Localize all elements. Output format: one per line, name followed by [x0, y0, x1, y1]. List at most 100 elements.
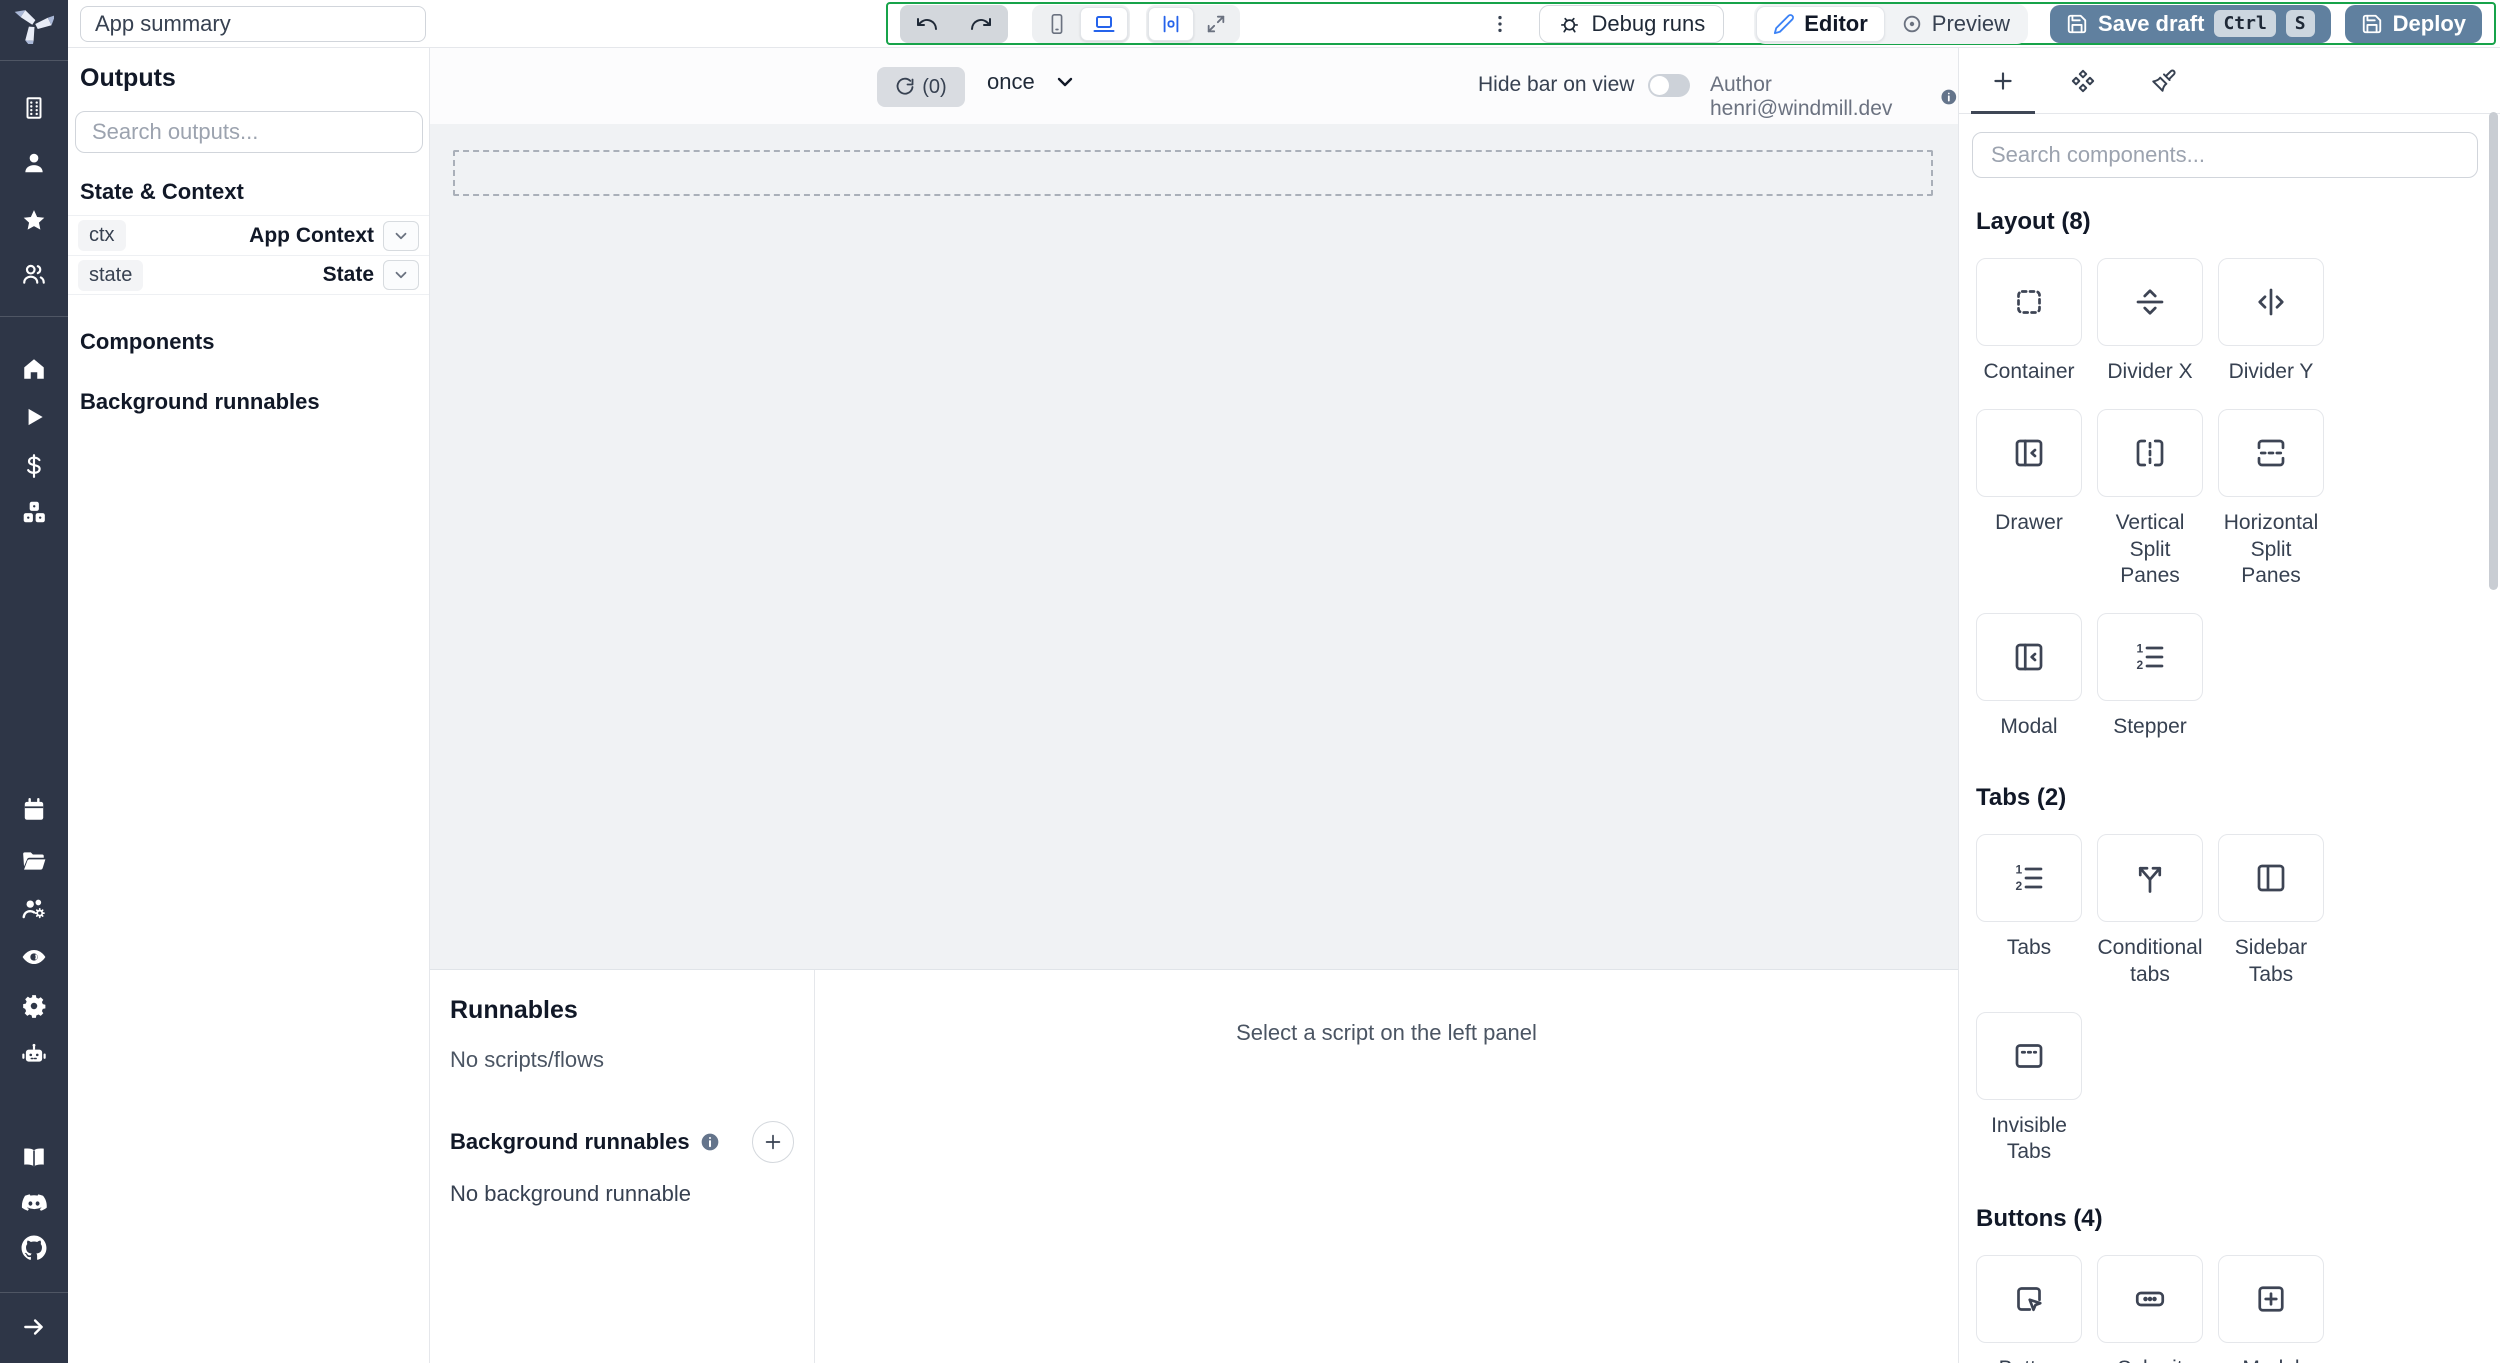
- save-draft-button[interactable]: Save draft Ctrl S: [2050, 4, 2331, 43]
- container-card[interactable]: [1976, 258, 2082, 346]
- horizontal-split-card[interactable]: [2218, 409, 2324, 498]
- more-options-button[interactable]: [1483, 5, 1517, 43]
- search-components-input[interactable]: [1972, 132, 2478, 178]
- output-row-ctx[interactable]: ctx App Context: [68, 215, 429, 255]
- hide-bar-toggle[interactable]: [1648, 73, 1691, 97]
- sidebar-item-favorites[interactable]: [14, 201, 54, 241]
- sidebar-item-discord[interactable]: [14, 1183, 54, 1223]
- deploy-label: Deploy: [2392, 10, 2466, 36]
- eye-icon: [22, 949, 46, 965]
- desktop-view-button[interactable]: [1080, 6, 1128, 41]
- divider-y-card[interactable]: [2218, 258, 2324, 346]
- tab-insert-component[interactable]: [1963, 48, 2043, 114]
- sidebar-item-github[interactable]: [14, 1228, 54, 1268]
- sidebar-item-user[interactable]: [14, 143, 54, 183]
- component-label: Horizontal Split Panes: [2223, 511, 2319, 587]
- tab-component-settings[interactable]: [2043, 48, 2123, 113]
- component-label: Divider X: [2107, 360, 2193, 383]
- add-background-runnable-button[interactable]: [752, 1121, 794, 1163]
- play-icon: [28, 408, 43, 426]
- center-canvas-button[interactable]: [1148, 6, 1194, 41]
- tab-css-editor[interactable]: [2123, 48, 2203, 113]
- buttons-grid: Button Submit form Modal Form: [1976, 1255, 2483, 1363]
- component-label: Conditional tabs: [2097, 936, 2203, 986]
- app-summary-input[interactable]: [80, 6, 426, 42]
- panel-scrollbar[interactable]: [2489, 112, 2498, 590]
- sidebar-item-resources[interactable]: [14, 492, 54, 532]
- redo-button[interactable]: [954, 5, 1008, 43]
- undo-button[interactable]: [900, 5, 954, 43]
- modal-form-card[interactable]: [2218, 1255, 2324, 1344]
- background-outputs-title: Background runnables: [80, 389, 320, 414]
- components-panel-tabs: [1959, 48, 2500, 114]
- invisible-tabs-card[interactable]: [1976, 1011, 2082, 1100]
- sidebar-item-groups[interactable]: [14, 254, 54, 294]
- workspace-sidebar: [0, 0, 68, 1363]
- undo-icon: [917, 17, 937, 30]
- sidebar-item-ai[interactable]: [14, 1034, 54, 1074]
- mobile-view-button[interactable]: [1034, 7, 1080, 41]
- svg-text:2: 2: [2016, 879, 2023, 893]
- tabs-section-title: Tabs (2): [1976, 784, 2067, 812]
- ctx-expand-button[interactable]: [383, 220, 419, 251]
- component-label: Invisible Tabs: [1991, 1113, 2067, 1163]
- plus-icon: [765, 1134, 781, 1150]
- submit-form-card[interactable]: [2097, 1255, 2203, 1344]
- modal-form-icon: [2258, 1286, 2284, 1312]
- sidebar-item-variables[interactable]: [14, 446, 54, 486]
- align-center-icon: [1163, 15, 1179, 32]
- refresh-count-button[interactable]: (0): [877, 67, 965, 107]
- component-item-divider-y: Divider Y: [2218, 258, 2324, 385]
- sidebar-item-workers[interactable]: [14, 889, 54, 929]
- editor-tab[interactable]: Editor: [1756, 5, 1885, 42]
- sidebar-tabs-card[interactable]: [2218, 834, 2324, 923]
- fullwidth-canvas-button[interactable]: [1194, 7, 1238, 41]
- state-expand-button[interactable]: [383, 260, 419, 290]
- sidebar-item-settings[interactable]: [14, 986, 54, 1026]
- background-runnables-title: Background runnables: [450, 1129, 690, 1154]
- sidebar-divider: [0, 60, 68, 61]
- sidebar-item-home[interactable]: [14, 349, 54, 389]
- sidebar-item-docs[interactable]: [14, 1137, 54, 1177]
- divider-y-icon: [2258, 288, 2284, 316]
- runnables-title: Runnables: [450, 996, 578, 1024]
- chevron-down-icon: [395, 271, 407, 279]
- sidebar-expand-button[interactable]: [14, 1307, 54, 1347]
- vertical-split-card[interactable]: [2097, 409, 2203, 498]
- runnables-empty-text: No scripts/flows: [450, 1047, 605, 1072]
- empty-drop-zone[interactable]: [453, 150, 1933, 196]
- select-script-hint: Select a script on the left panel: [1236, 1020, 1537, 1045]
- editor-label: Editor: [1804, 10, 1868, 36]
- app-canvas-grid[interactable]: [430, 124, 1958, 969]
- drawer-card[interactable]: [1976, 409, 2082, 498]
- output-row-state[interactable]: state State: [68, 255, 429, 295]
- sidebar-item-folders[interactable]: [14, 841, 54, 881]
- components-scroll-area[interactable]: Layout (8) Container Divider X Divider Y…: [1959, 208, 2500, 1363]
- preview-tab[interactable]: Preview: [1885, 6, 2026, 42]
- schedule-select[interactable]: once: [987, 69, 1077, 95]
- state-context-title: State & Context: [80, 179, 244, 204]
- conditional-tabs-icon: [2138, 867, 2162, 894]
- tabs-grid: 12 Tabs Conditional tabs Sidebar Tabs In…: [1976, 834, 2483, 1165]
- button-card[interactable]: [1976, 1255, 2082, 1344]
- search-outputs-input[interactable]: [75, 111, 423, 153]
- sidebar-item-runs[interactable]: [14, 397, 54, 437]
- component-label: Stepper: [2113, 715, 2187, 738]
- hide-bar-control: Hide bar on view: [1478, 73, 1691, 97]
- info-icon[interactable]: [1940, 87, 1958, 107]
- stepper-card[interactable]: 12: [2097, 613, 2203, 701]
- deploy-button[interactable]: Deploy: [2344, 4, 2482, 43]
- sidebar-item-schedules[interactable]: [14, 790, 54, 830]
- windmill-logo[interactable]: [8, 2, 60, 46]
- component-item-conditional-tabs: Conditional tabs: [2097, 834, 2203, 988]
- conditional-tabs-card[interactable]: [2097, 834, 2203, 923]
- debug-runs-button[interactable]: Debug runs: [1539, 4, 1725, 43]
- divider-x-card[interactable]: [2097, 258, 2203, 346]
- info-icon[interactable]: [700, 1132, 720, 1152]
- sidebar-item-audit-logs[interactable]: [14, 937, 54, 977]
- modal-card[interactable]: [1976, 613, 2082, 701]
- tabs-card[interactable]: 12: [1976, 834, 2082, 923]
- sidebar-item-workspace[interactable]: [14, 88, 54, 128]
- kbd-s: S: [2285, 10, 2315, 37]
- component-label: Divider Y: [2228, 360, 2314, 383]
